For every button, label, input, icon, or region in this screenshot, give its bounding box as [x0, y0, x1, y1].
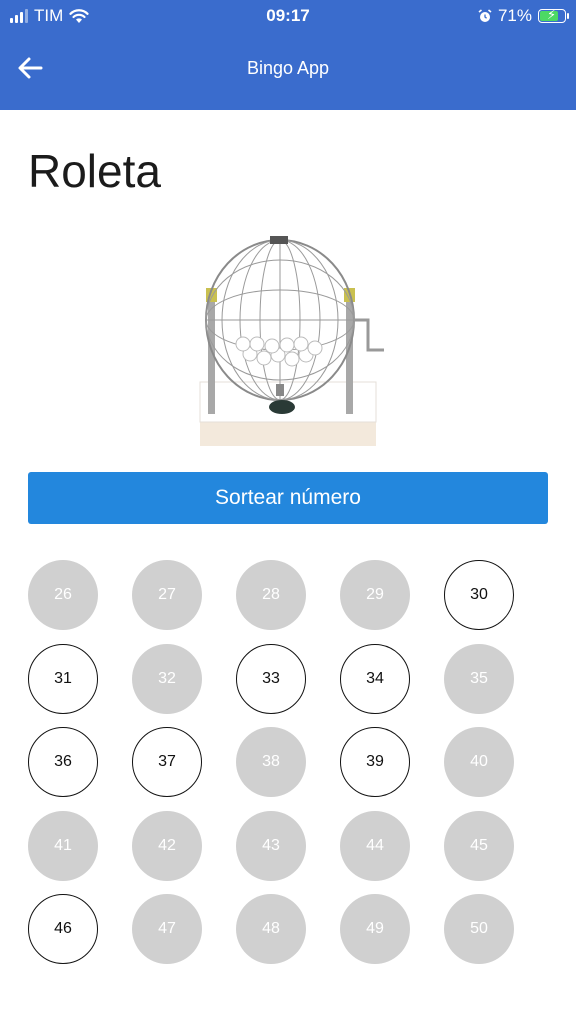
number-ball: 39 [340, 727, 410, 797]
alarm-icon [478, 9, 492, 22]
number-ball: 31 [28, 643, 98, 714]
number-ball: 43 [236, 810, 306, 881]
number-ball: 35 [444, 643, 514, 714]
number-ball: 30 [444, 560, 514, 630]
page-title: Roleta [28, 145, 161, 197]
battery-percent: 71% [497, 6, 532, 25]
number-ball: 36 [28, 727, 98, 797]
number-ball: 47 [132, 894, 202, 964]
number-ball: 50 [444, 894, 514, 964]
number-ball: 27 [132, 560, 202, 630]
number-ball: 48 [236, 894, 306, 964]
app-header: TIM 09:17 71% ⚡ Bingo App [0, 0, 576, 110]
number-ball: 37 [132, 727, 202, 797]
bingo-cage-image [199, 236, 384, 446]
battery-icon: ⚡ [538, 7, 569, 23]
number-ball: 32 [132, 643, 202, 714]
status-right: 71% ⚡ [478, 6, 569, 26]
number-ball: 34 [340, 643, 410, 714]
number-ball: 29 [340, 560, 410, 630]
number-ball: 45 [444, 810, 514, 881]
number-ball: 49 [340, 894, 410, 964]
header-title: Bingo App [246, 58, 330, 78]
number-ball: 46 [28, 894, 98, 964]
number-ball: 40 [444, 727, 514, 797]
status-bar: TIM 09:17 71% ⚡ [0, 0, 576, 32]
number-ball: 33 [236, 643, 306, 714]
number-ball: 38 [236, 727, 306, 797]
number-ball: 28 [236, 560, 306, 630]
draw-number-button[interactable]: Sortear número [28, 472, 548, 524]
number-ball: 42 [132, 810, 202, 881]
number-ball: 44 [340, 810, 410, 881]
number-ball: 26 [28, 560, 98, 630]
number-ball: 41 [28, 810, 98, 881]
